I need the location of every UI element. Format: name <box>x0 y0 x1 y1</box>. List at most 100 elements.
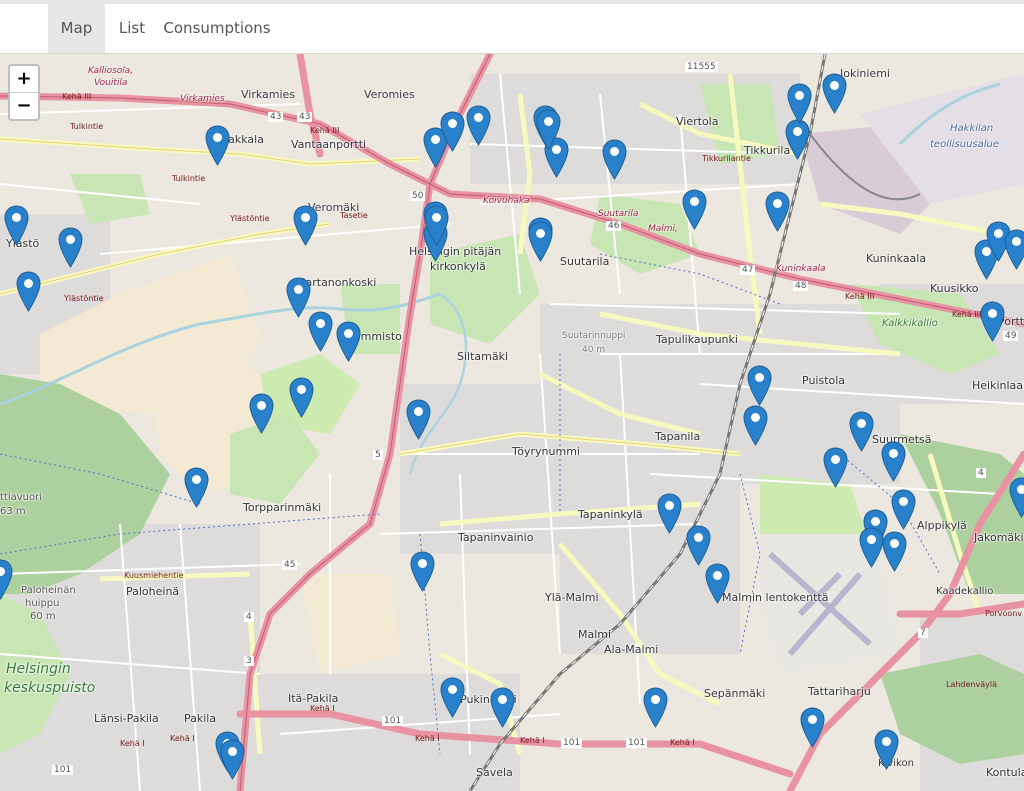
map-pin-icon[interactable] <box>685 525 711 566</box>
road-number: 45 <box>282 560 298 570</box>
map-pin-icon[interactable] <box>742 405 768 446</box>
map-pin-icon[interactable] <box>799 707 825 748</box>
place-label: Paloheinä <box>126 585 180 598</box>
map-pin-icon[interactable] <box>465 105 491 146</box>
place-label: Jokiniemi <box>840 67 890 80</box>
area-label: teollisuusalue <box>930 139 1000 150</box>
map-pin-icon[interactable] <box>881 531 907 572</box>
map-pin-icon[interactable] <box>439 677 465 718</box>
place-label: Viertola <box>676 115 719 128</box>
place-label: Tapulikaupunki <box>656 333 738 346</box>
place-label: Siltamäki <box>457 350 509 363</box>
tab-consumptions[interactable]: Consumptions <box>162 4 272 53</box>
road-number: 4 <box>244 612 254 622</box>
map-pin-icon[interactable] <box>219 739 245 780</box>
road-number: 48 <box>793 281 809 291</box>
map-pin-icon[interactable] <box>0 559 13 600</box>
zoom-out-button[interactable]: − <box>10 93 38 119</box>
map-pin-icon[interactable] <box>681 189 707 230</box>
place-label: Jakomäki <box>974 531 1024 544</box>
peak-label: huippu <box>25 598 60 609</box>
road-number: 4 <box>976 468 986 478</box>
street-label: Tikkurilantie <box>702 154 751 163</box>
place-label: Savela <box>476 766 513 779</box>
area-label: Hakkilan <box>950 123 994 134</box>
map-pin-icon[interactable] <box>764 191 790 232</box>
map-pin-icon[interactable] <box>527 221 553 262</box>
place-label: Tattariharju <box>808 685 871 698</box>
road-label: Kehä III <box>310 126 340 135</box>
road-label: Kehä I <box>415 734 440 743</box>
place-label: Heikinlaak <box>972 379 1024 392</box>
map-pin-icon[interactable] <box>423 205 449 246</box>
tab-list[interactable]: List <box>111 4 153 53</box>
road-number: 50 <box>410 191 426 201</box>
map-pin-icon[interactable] <box>873 729 899 770</box>
place-label: Veromies <box>364 88 415 101</box>
map-pin-icon[interactable] <box>3 205 29 246</box>
street-label: Porvoonv <box>985 609 1023 618</box>
peak-label: ttiavuori <box>0 492 43 503</box>
map-pin-icon[interactable] <box>858 527 884 568</box>
map-pin-icon[interactable] <box>15 271 41 312</box>
map-pin-icon[interactable] <box>786 83 812 124</box>
map-pin-icon[interactable] <box>601 139 627 180</box>
tab-bar: Map List Consumptions <box>0 4 1024 54</box>
place-label: Alppikylä <box>917 519 967 532</box>
map-canvas[interactable]: Virkamies Veromies Viertola Jokiniemi Pa… <box>0 54 1024 791</box>
map-pin-icon[interactable] <box>292 205 318 246</box>
zoom-in-button[interactable]: + <box>10 66 38 93</box>
place-label: Ylä-Malmi <box>545 591 599 604</box>
map-pin-icon[interactable] <box>248 393 274 434</box>
place-label: Malmi <box>578 628 612 641</box>
map-pin-icon[interactable] <box>307 311 333 352</box>
place-label: Virkamies <box>241 88 296 101</box>
street-label: Kuusmiehentie <box>124 571 184 580</box>
map-pin-icon[interactable] <box>288 377 314 418</box>
road-label: Kehä I <box>120 739 145 748</box>
map-pin-icon[interactable] <box>890 489 916 530</box>
map-pin-icon[interactable] <box>335 321 361 362</box>
map-pin-icon[interactable] <box>489 687 515 728</box>
map-pin-icon[interactable] <box>204 125 230 166</box>
map-pin-icon[interactable] <box>57 227 83 268</box>
street-label: Tasetie <box>340 211 368 220</box>
road-number: 7 <box>918 628 928 638</box>
park-label: Kalkkikallio <box>882 318 938 329</box>
road-number: 101 <box>626 738 648 748</box>
map-pin-icon[interactable] <box>535 109 561 150</box>
map-pin-icon[interactable] <box>979 301 1005 342</box>
road-number: 5 <box>373 450 383 460</box>
road-label: Kehä III <box>952 310 982 319</box>
map-pin-icon[interactable] <box>821 73 847 114</box>
park-label: Helsingin <box>6 661 71 677</box>
map-pin-icon[interactable] <box>880 441 906 482</box>
district-label: Virkamies <box>180 94 225 104</box>
map-pin-icon[interactable] <box>405 399 431 440</box>
road-label: Kehä I <box>520 736 545 745</box>
map-pin-icon[interactable] <box>784 119 810 160</box>
place-label: Torpparinmäki <box>243 501 322 514</box>
road-number: 49 <box>1003 331 1019 341</box>
map-pin-icon[interactable] <box>746 365 772 406</box>
place-label: Kuusikko <box>930 282 979 295</box>
tab-map[interactable]: Map <box>48 4 105 53</box>
map-pin-icon[interactable] <box>1008 477 1024 518</box>
street-label: Ylästöntie <box>230 214 270 223</box>
place-label: Kontula <box>986 766 1024 779</box>
district-label: Kalliosola, <box>88 66 134 76</box>
map-pin-icon[interactable] <box>1003 229 1024 270</box>
map-pin-icon[interactable] <box>642 687 668 728</box>
map-pin-icon[interactable] <box>439 111 465 152</box>
district-label: Koivuhaka <box>483 196 530 206</box>
map-pin-icon[interactable] <box>656 493 682 534</box>
peak-label: Suutarinnuppi <box>562 331 626 341</box>
map-pin-icon[interactable] <box>822 447 848 488</box>
map-pin-icon[interactable] <box>848 411 874 452</box>
road-number: 101 <box>561 738 583 748</box>
map-pin-icon[interactable] <box>183 467 209 508</box>
map-pin-icon[interactable] <box>409 551 435 592</box>
district-label: Kuninkaala <box>776 264 826 274</box>
place-label: Tapanila <box>655 430 701 443</box>
map-pin-icon[interactable] <box>704 563 730 604</box>
